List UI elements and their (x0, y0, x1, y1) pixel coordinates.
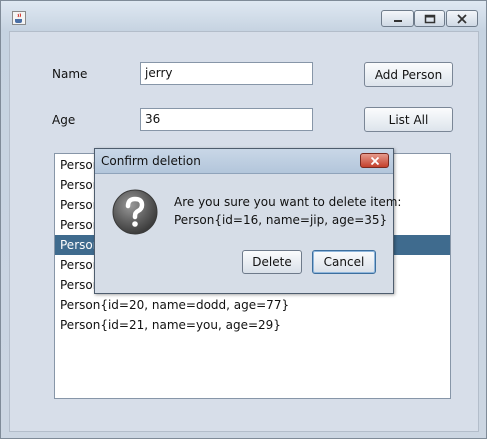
age-label: Age (52, 113, 76, 127)
maximize-button[interactable] (414, 10, 445, 27)
dialog-message-line1: Are you sure you want to delete item: (174, 195, 402, 209)
confirm-dialog: Confirm deletion Are you sure you want t… (94, 148, 401, 294)
list-item[interactable]: Person{id=21, name=you, age=29} (55, 315, 450, 335)
list-item[interactable]: Person{id=20, name=dodd, age=77} (55, 295, 450, 315)
question-icon (112, 189, 158, 235)
name-label: Name (52, 67, 88, 81)
dialog-title-bar[interactable]: Confirm deletion (95, 149, 393, 174)
close-icon (370, 156, 379, 165)
minimize-button[interactable] (381, 10, 414, 27)
add-person-button[interactable]: Add Person (364, 62, 453, 87)
close-icon (457, 13, 467, 24)
main-window: Name jerry Add Person Age 36 List All Pe… (0, 0, 487, 439)
cancel-button[interactable]: Cancel (312, 250, 376, 274)
dialog-message-line2: Person{id=16, name=jip, age=35} (174, 213, 388, 227)
java-cup-icon (12, 11, 26, 25)
minimize-icon (393, 19, 402, 22)
maximize-icon (424, 14, 435, 23)
dialog-title: Confirm deletion (101, 154, 201, 168)
dialog-close-button[interactable] (360, 153, 389, 168)
list-all-button[interactable]: List All (364, 107, 453, 132)
age-field[interactable]: 36 (140, 108, 313, 131)
name-field[interactable]: jerry (140, 62, 313, 85)
delete-button[interactable]: Delete (242, 250, 302, 274)
close-window-button[interactable] (446, 10, 478, 27)
